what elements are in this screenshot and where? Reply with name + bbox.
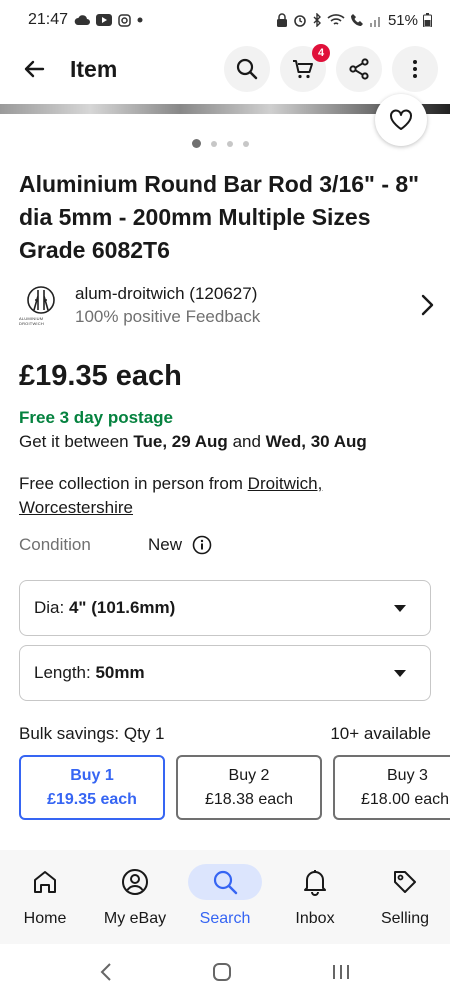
bluetooth-icon [313, 13, 321, 27]
buy-option-2[interactable]: Buy 2 £18.38 each [176, 755, 322, 820]
system-back-icon[interactable] [99, 962, 113, 982]
bulk-savings-row: Bulk savings: Qty 1 10+ available [19, 724, 431, 744]
caret-down-icon [394, 604, 406, 612]
seller-logo: ALUMINIUM DROITWICH [19, 283, 63, 327]
caret-down-icon [394, 669, 406, 677]
nav-selling[interactable]: Selling [360, 850, 450, 944]
instagram-icon [118, 13, 131, 27]
more-vertical-icon [413, 60, 417, 78]
share-button[interactable] [336, 46, 382, 92]
buy-option-title: Buy 3 [387, 766, 428, 784]
gallery-dot [192, 139, 201, 148]
buy-option-1[interactable]: Buy 1 £19.35 each [19, 755, 165, 820]
length-select[interactable]: Length: 50mm [19, 645, 431, 701]
diameter-select[interactable]: Dia: 4" (101.6mm) [19, 580, 431, 636]
battery-percent: 51% [387, 11, 418, 29]
seller-name: alum-droitwich (120627) [75, 283, 258, 303]
cloud-icon [74, 15, 91, 25]
system-nav-bar [0, 944, 450, 1000]
condition-value: New [148, 535, 183, 554]
nav-my-ebay-label: My eBay [103, 910, 167, 927]
bottom-nav: Home My eBay Search Inbox Selling [0, 850, 450, 944]
bulk-options: Buy 1 £19.35 each Buy 2 £18.38 each Buy … [19, 755, 450, 820]
status-time: 21:47 [28, 11, 69, 28]
nav-home[interactable]: Home [0, 850, 90, 944]
delivery-estimate: Get it between Tue, 29 Aug and Wed, 30 A… [19, 432, 367, 452]
nav-my-ebay[interactable]: My eBay [90, 850, 180, 944]
delivery-end-date: Wed, 30 Aug [265, 432, 367, 451]
tag-icon [394, 871, 416, 893]
share-icon [349, 58, 369, 80]
wifi-icon [327, 14, 345, 25]
seller-logo-mark [27, 286, 55, 314]
more-options-button[interactable] [392, 46, 438, 92]
seller-logo-caption: ALUMINIUM DROITWICH [19, 316, 44, 326]
app-bar: Item 4 [0, 40, 450, 98]
heart-icon [390, 109, 412, 130]
item-price: £19.35 each [19, 360, 182, 392]
search-button[interactable] [224, 46, 270, 92]
seller-row[interactable]: ALUMINIUM DROITWICH alum-droitwich (1206… [19, 280, 434, 330]
buy-option-price: £18.00 each [361, 790, 450, 808]
delivery-and: and [232, 432, 261, 451]
youtube-icon [96, 14, 113, 26]
length-select-value: 50mm [95, 663, 145, 682]
gallery-dot [227, 140, 233, 147]
availability-text: 10+ available [330, 724, 431, 743]
buy-option-title: Buy 1 [70, 766, 114, 784]
system-home-icon[interactable] [212, 962, 232, 982]
alarm-icon [294, 15, 306, 27]
page-title: Item [70, 55, 118, 82]
gallery-pagination [192, 139, 249, 148]
buy-option-price: £19.35 each [47, 790, 137, 808]
condition-row: Condition New [19, 535, 434, 555]
cart-icon [293, 60, 313, 79]
cart-button[interactable]: 4 [280, 44, 330, 92]
cart-count-badge: 4 [312, 44, 330, 62]
length-select-label: Length: [34, 663, 91, 682]
system-recents-icon[interactable] [331, 962, 351, 982]
bulk-savings-label: Bulk savings: Qty 1 [19, 724, 165, 743]
chevron-right-icon [421, 294, 434, 316]
buy-option-title: Buy 2 [228, 766, 270, 784]
collection-prefix: Free collection in person from [19, 474, 243, 493]
buy-option-3[interactable]: Buy 3 £18.00 each [333, 755, 450, 820]
nav-inbox[interactable]: Inbox [270, 850, 360, 944]
call-icon [350, 14, 363, 26]
user-icon [122, 869, 148, 895]
battery-icon [423, 13, 432, 27]
seller-feedback: 100% positive Feedback [75, 306, 261, 326]
status-bar: 21:47 51% [0, 0, 450, 40]
back-button[interactable] [14, 49, 54, 89]
collection-info: Free collection in person from Droitwich… [19, 472, 434, 520]
notification-dot-icon [137, 17, 143, 23]
delivery-prefix: Get it between [19, 432, 129, 451]
diameter-select-value: 4" (101.6mm) [68, 598, 176, 617]
gallery-dot [211, 140, 217, 147]
nav-search[interactable]: Search [180, 850, 270, 944]
info-icon[interactable] [192, 535, 212, 555]
diameter-select-label: Dia: [34, 598, 65, 617]
buy-option-price: £18.38 each [204, 790, 294, 808]
gallery-dot [243, 140, 249, 147]
listing-title: Aluminium Round Bar Rod 3/16" - 8" dia 5… [19, 171, 420, 263]
search-icon [236, 58, 258, 80]
postage-info: Free 3 day postage [19, 408, 174, 427]
nav-selling-label: Selling [380, 910, 430, 927]
search-icon [213, 870, 238, 895]
nav-home-label: Home [23, 910, 67, 927]
watch-button[interactable] [375, 94, 427, 146]
nav-inbox-label: Inbox [295, 910, 335, 927]
condition-label: Condition [19, 535, 91, 554]
home-icon [34, 871, 56, 893]
delivery-start-date: Tue, 29 Aug [133, 432, 228, 451]
lock-icon [276, 13, 287, 27]
nav-search-label: Search [199, 910, 251, 927]
signal-icon [369, 17, 380, 27]
back-arrow-icon [24, 60, 45, 78]
bell-icon [304, 870, 326, 896]
